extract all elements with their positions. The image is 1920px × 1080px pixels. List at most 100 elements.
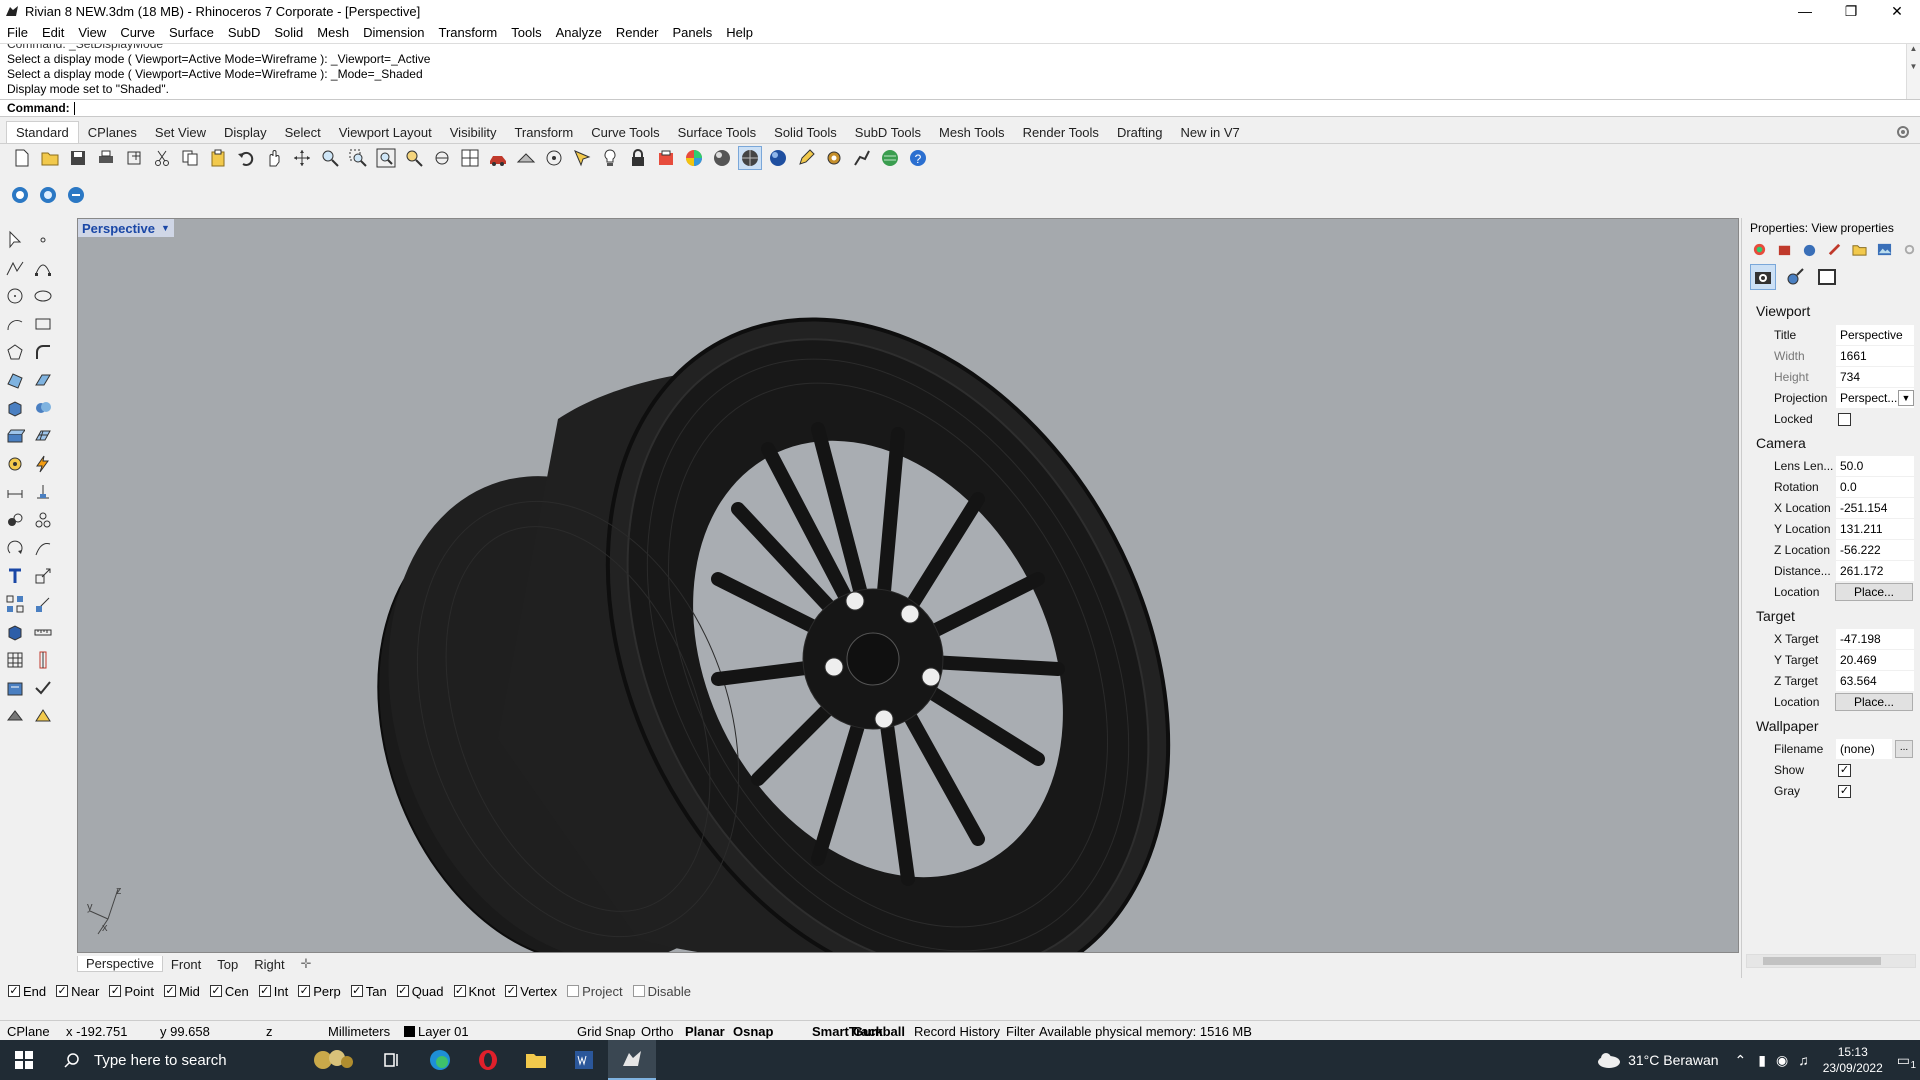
zoom-selected-icon[interactable] (402, 146, 426, 170)
ellipse-icon[interactable] (31, 284, 55, 308)
render-preview-icon[interactable] (64, 183, 88, 207)
task-view-icon[interactable] (368, 1040, 416, 1080)
tab-top[interactable]: Top (209, 957, 246, 972)
opera-browser-icon[interactable] (464, 1040, 512, 1080)
panel-options-gear-icon[interactable] (1900, 240, 1918, 258)
tab-visibility[interactable]: Visibility (441, 125, 506, 143)
osnap-perp[interactable]: ✓ Perp (298, 984, 341, 999)
osnap-cen[interactable]: ✓ Cen (209, 984, 249, 999)
view-settings-gear-icon[interactable] (1782, 264, 1808, 290)
taskbar-search-box[interactable]: Type here to search (48, 1040, 298, 1080)
zoom-window-icon[interactable] (346, 146, 370, 170)
battery-icon[interactable]: ▮ (1758, 1052, 1766, 1069)
render-tools-icon[interactable] (31, 704, 55, 728)
filename-field[interactable]: (none) (1836, 739, 1892, 759)
tab-front[interactable]: Front (163, 957, 209, 972)
box-solid-icon[interactable] (3, 396, 27, 420)
analyze-icon[interactable] (3, 676, 27, 700)
tab-mesh-tools[interactable]: Mesh Tools (930, 125, 1014, 143)
render-icon[interactable] (8, 183, 32, 207)
rectangle-icon[interactable] (31, 312, 55, 336)
menu-view[interactable]: View (78, 25, 106, 40)
group-icon[interactable] (3, 508, 27, 532)
polygon-icon[interactable] (3, 340, 27, 364)
image-icon[interactable] (1875, 240, 1893, 258)
status-cplane[interactable]: CPlane (7, 1024, 50, 1039)
perspective-viewport[interactable]: z y x Perspective ▼ (77, 218, 1739, 953)
viewport-title[interactable]: Perspective ▼ (78, 219, 174, 237)
menu-file[interactable]: File (7, 25, 28, 40)
tab-right[interactable]: Right (246, 957, 292, 972)
lights-icon[interactable] (598, 146, 622, 170)
status-gumball[interactable]: Gumball (853, 1024, 905, 1039)
solid-edit-icon[interactable] (3, 620, 27, 644)
texture-mapping-icon[interactable] (1825, 240, 1843, 258)
surface-from-points-icon[interactable] (3, 368, 27, 392)
menu-panels[interactable]: Panels (672, 25, 712, 40)
transform-gear-icon[interactable] (3, 452, 27, 476)
tab-set-view[interactable]: Set View (146, 125, 215, 143)
boolean-union-icon[interactable] (31, 396, 55, 420)
polyline-icon[interactable] (3, 256, 27, 280)
status-layer[interactable]: Layer 01 (404, 1024, 469, 1039)
osnap-quad[interactable]: ✓ Quad (396, 984, 444, 999)
save-icon[interactable] (66, 146, 90, 170)
render-material-icon[interactable] (3, 704, 27, 728)
tab-transform[interactable]: Transform (505, 125, 582, 143)
import-icon[interactable] (122, 146, 146, 170)
properties-horizontal-scrollbar[interactable] (1746, 954, 1916, 968)
copy-icon[interactable] (178, 146, 202, 170)
car-named-views-icon[interactable] (486, 146, 510, 170)
folder-icon[interactable] (1850, 240, 1868, 258)
menu-render[interactable]: Render (616, 25, 659, 40)
flow-along-curve-icon[interactable] (31, 648, 55, 672)
viewport-menu-chevron-down-icon[interactable]: ▼ (161, 223, 170, 233)
array-icon[interactable] (3, 592, 27, 616)
four-viewports-icon[interactable] (458, 146, 482, 170)
status-record-history[interactable]: Record History (914, 1024, 1000, 1039)
distance-field[interactable]: 261.172 (1836, 561, 1914, 581)
add-viewport-tab-icon[interactable]: ✛ (293, 956, 320, 972)
rhino-taskbar-icon[interactable] (608, 1040, 656, 1080)
tab-render-tools[interactable]: Render Tools (1014, 125, 1108, 143)
tab-surface-tools[interactable]: Surface Tools (669, 125, 766, 143)
command-line[interactable]: Command: (0, 99, 1920, 117)
menu-curve[interactable]: Curve (120, 25, 155, 40)
command-history-scrollbar[interactable]: ▲ ▼ (1906, 44, 1920, 99)
osnap-knot[interactable]: ✓ Knot (453, 984, 495, 999)
named-cplanes-icon[interactable] (514, 146, 538, 170)
tab-subd-tools[interactable]: SubD Tools (846, 125, 930, 143)
menu-surface[interactable]: Surface (169, 25, 214, 40)
rotation-field[interactable]: 0.0 (1836, 477, 1914, 497)
y-target-field[interactable]: 20.469 (1836, 650, 1914, 670)
paste-icon[interactable] (206, 146, 230, 170)
osnap-point[interactable]: ✓ Point (109, 984, 154, 999)
network-icon[interactable]: ◉ (1776, 1052, 1788, 1069)
projection-chevron-down-icon[interactable]: ▼ (1898, 390, 1914, 406)
orient-icon[interactable] (31, 592, 55, 616)
osnap-end[interactable]: ✓ End (8, 984, 46, 999)
status-ortho[interactable]: Ortho (641, 1024, 674, 1039)
menu-transform[interactable]: Transform (438, 25, 497, 40)
grid-array-icon[interactable] (3, 648, 27, 672)
status-osnap[interactable]: Osnap (733, 1024, 773, 1039)
z-target-field[interactable]: 63.564 (1836, 671, 1914, 691)
x-location-field[interactable]: -251.154 (1836, 498, 1914, 518)
clock[interactable]: 15:13 23/09/2022 (1823, 1044, 1883, 1076)
menu-subd[interactable]: SubD (228, 25, 261, 40)
globe-icon[interactable] (878, 146, 902, 170)
dimension-icon[interactable] (3, 480, 27, 504)
status-planar[interactable]: Planar (685, 1024, 725, 1039)
osnap-near[interactable]: ✓ Near (56, 984, 99, 999)
notification-center-icon[interactable]: ▭ 1 (1897, 1052, 1916, 1071)
osnap-project[interactable]: Project (567, 984, 623, 999)
curve-from-object-icon[interactable] (31, 536, 55, 560)
lens-length-field[interactable]: 50.0 (1836, 456, 1914, 476)
z-location-field[interactable]: -56.222 (1836, 540, 1914, 560)
locked-checkbox[interactable] (1838, 412, 1851, 426)
print-icon[interactable] (94, 146, 118, 170)
menu-edit[interactable]: Edit (42, 25, 64, 40)
point-icon[interactable] (31, 228, 55, 252)
lock-icon[interactable] (626, 146, 650, 170)
status-units[interactable]: Millimeters (328, 1024, 390, 1039)
